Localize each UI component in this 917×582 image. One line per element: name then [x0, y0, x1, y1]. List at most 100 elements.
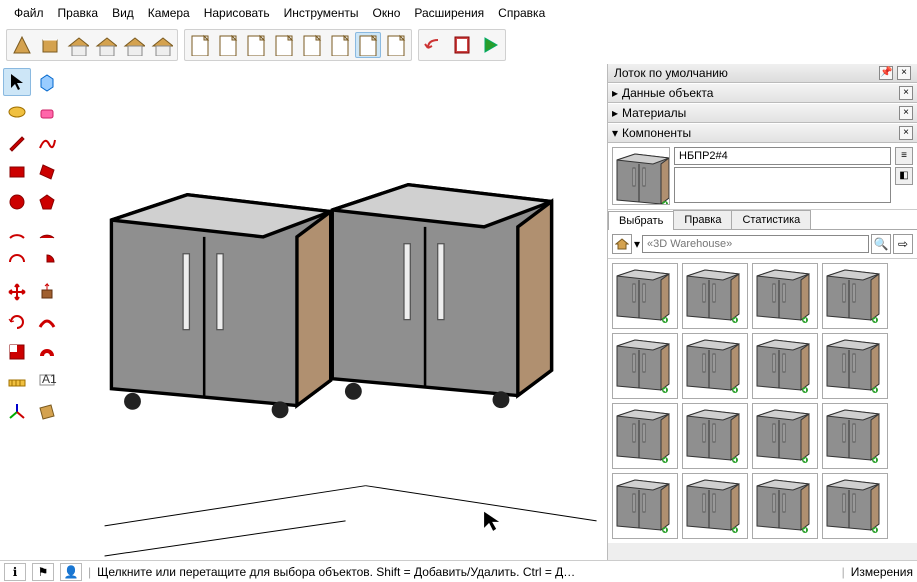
tool-followme-icon[interactable]	[33, 308, 61, 336]
panel-close-icon[interactable]: ×	[899, 86, 913, 100]
component-grid	[608, 259, 917, 543]
component-item[interactable]	[682, 263, 748, 329]
tb-page4-icon[interactable]	[271, 32, 297, 58]
tool-rect-icon[interactable]	[3, 158, 31, 186]
panel-label: Компоненты	[622, 126, 691, 140]
tool-section-icon[interactable]	[33, 398, 61, 426]
component-item[interactable]	[752, 263, 818, 329]
tb-play-icon[interactable]	[477, 32, 503, 58]
menu-camera[interactable]: Камера	[142, 4, 196, 22]
component-item[interactable]	[752, 473, 818, 539]
panel-close-icon[interactable]: ×	[899, 126, 913, 140]
tool-move-icon[interactable]	[3, 278, 31, 306]
tool-arc-icon[interactable]	[3, 218, 31, 246]
component-item[interactable]	[612, 473, 678, 539]
tool-rotrect-icon[interactable]	[33, 158, 61, 186]
component-item[interactable]	[822, 473, 888, 539]
component-pin-icon[interactable]: ◧	[895, 167, 913, 185]
tb-page3-icon[interactable]	[243, 32, 269, 58]
panel-materials[interactable]: ▸ Материалы ×	[608, 103, 917, 123]
tool-pushpull-icon[interactable]	[33, 278, 61, 306]
tb-home-icon[interactable]	[65, 32, 91, 58]
viewport-3d[interactable]	[64, 64, 607, 564]
component-thumb[interactable]	[612, 147, 670, 205]
component-item[interactable]	[612, 333, 678, 399]
tb-page8-icon[interactable]	[383, 32, 409, 58]
panel-entity-info[interactable]: ▸ Данные объекта ×	[608, 83, 917, 103]
tb-page5-icon[interactable]	[299, 32, 325, 58]
tool-arc2-icon[interactable]	[33, 218, 61, 246]
tool-poly-icon[interactable]	[33, 188, 61, 216]
tool-scale-icon[interactable]	[3, 338, 31, 366]
tb-page1-icon[interactable]	[187, 32, 213, 58]
tool-text-icon[interactable]: A1	[33, 368, 61, 396]
tool-cube-icon[interactable]	[33, 68, 61, 96]
tb-page6-icon[interactable]	[327, 32, 353, 58]
component-info: ≡ ◧	[608, 143, 917, 210]
tool-arc3-icon[interactable]	[3, 248, 31, 276]
components-panel-body: ≡ ◧ Выбрать Правка Статистика ▾ 🔍 ⇨	[608, 143, 917, 543]
tb-home2-icon[interactable]	[93, 32, 119, 58]
tb-undo-icon[interactable]	[421, 32, 447, 58]
component-item[interactable]	[822, 333, 888, 399]
tab-select[interactable]: Выбрать	[608, 211, 674, 230]
status-geo-icon[interactable]: ⚑	[32, 563, 54, 581]
component-item[interactable]	[752, 333, 818, 399]
component-menu-icon[interactable]: ≡	[895, 147, 913, 165]
panel-close-icon[interactable]: ×	[899, 106, 913, 120]
search-icon[interactable]: 🔍	[871, 234, 891, 254]
component-item[interactable]	[822, 263, 888, 329]
tool-pencil-icon[interactable]	[3, 128, 31, 156]
tool-tape-icon[interactable]	[3, 98, 31, 126]
tb-home3-icon[interactable]	[121, 32, 147, 58]
status-hint: Щелкните или перетащите для выбора объек…	[97, 565, 836, 579]
tab-stats[interactable]: Статистика	[731, 210, 811, 229]
tool-rotate-icon[interactable]	[3, 308, 31, 336]
tool-select-icon[interactable]	[3, 68, 31, 96]
component-desc-input[interactable]	[674, 167, 891, 203]
component-item[interactable]	[612, 263, 678, 329]
tool-axes-icon[interactable]	[3, 398, 31, 426]
close-icon[interactable]: ×	[897, 66, 911, 80]
tool-pie-icon[interactable]	[33, 248, 61, 276]
tb-box-icon[interactable]	[37, 32, 63, 58]
menu-tools[interactable]: Инструменты	[278, 4, 365, 22]
menu-window[interactable]: Окно	[366, 4, 406, 22]
menu-edit[interactable]: Правка	[52, 4, 105, 22]
menu-file[interactable]: Файл	[8, 4, 50, 22]
tb-page7-icon[interactable]	[355, 32, 381, 58]
component-item[interactable]	[612, 403, 678, 469]
component-item[interactable]	[682, 403, 748, 469]
tb-clipboard-icon[interactable]	[449, 32, 475, 58]
tool-offset-icon[interactable]	[33, 338, 61, 366]
search-input[interactable]	[642, 235, 869, 253]
chevron-down-icon[interactable]: ▾	[634, 237, 640, 251]
tool-tape2-icon[interactable]	[3, 368, 31, 396]
nav-icon[interactable]: ⇨	[893, 234, 913, 254]
menu-help[interactable]: Справка	[492, 4, 551, 22]
component-item[interactable]	[752, 403, 818, 469]
tb-home4-icon[interactable]	[149, 32, 175, 58]
component-item[interactable]	[682, 333, 748, 399]
tool-circle-icon[interactable]	[3, 188, 31, 216]
component-name-input[interactable]	[674, 147, 891, 165]
tab-edit[interactable]: Правка	[673, 210, 732, 229]
menu-draw[interactable]: Нарисовать	[198, 4, 276, 22]
tray-title-bar[interactable]: Лоток по умолчанию 📌 ×	[608, 64, 917, 83]
menu-extensions[interactable]: Расширения	[408, 4, 490, 22]
tray-title-label: Лоток по умолчанию	[614, 66, 728, 80]
component-item[interactable]	[822, 403, 888, 469]
menu-view[interactable]: Вид	[106, 4, 140, 22]
status-user-icon[interactable]: 👤	[60, 563, 82, 581]
home-icon[interactable]	[612, 234, 632, 254]
tb-new-icon[interactable]	[9, 32, 35, 58]
chevron-down-icon: ▾	[612, 126, 622, 140]
toolbar-group-2	[184, 29, 412, 61]
pin-icon[interactable]: 📌	[879, 66, 893, 80]
tool-freehand-icon[interactable]	[33, 128, 61, 156]
component-item[interactable]	[682, 473, 748, 539]
tb-page2-icon[interactable]	[215, 32, 241, 58]
status-info-icon[interactable]: ℹ	[4, 563, 26, 581]
tool-eraser-icon[interactable]	[33, 98, 61, 126]
panel-components[interactable]: ▾ Компоненты ×	[608, 123, 917, 143]
